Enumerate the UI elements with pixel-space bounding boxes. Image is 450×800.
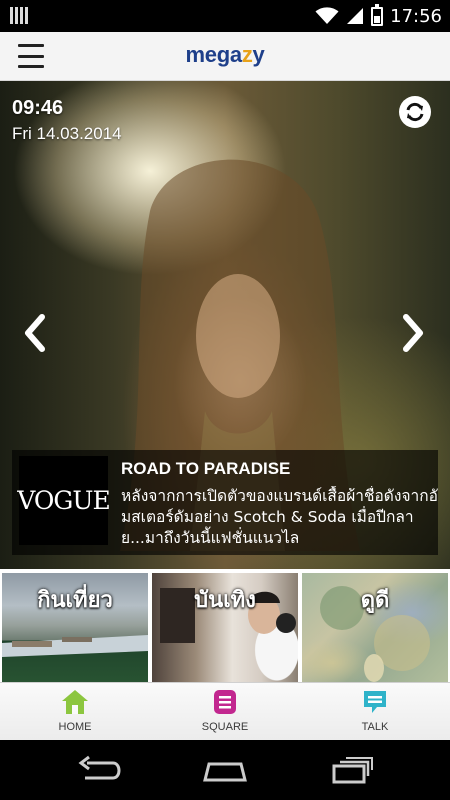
status-indicators: 17:56 — [315, 0, 442, 32]
tile-label: ดูดี — [360, 588, 390, 613]
talk-bubble-icon — [364, 691, 386, 713]
hero-date: Fri 14.03.2014 — [12, 124, 122, 143]
signal-icon — [347, 8, 364, 24]
status-time: 17:56 — [390, 5, 442, 27]
refresh-icon[interactable] — [399, 96, 431, 128]
wifi-icon — [315, 7, 339, 24]
article-thumbnail: VOGUE — [17, 456, 111, 545]
tile-label: บันเทิง — [194, 588, 256, 613]
category-tile-travel[interactable]: กินเที่ยว — [2, 573, 148, 682]
tab-home[interactable]: HOME — [0, 683, 150, 741]
tab-label: TALK — [361, 721, 389, 733]
featured-article-card[interactable]: VOGUE ROAD TO PARADISE หลังจากการเปิดตัว… — [12, 450, 438, 555]
bottom-tab-bar: HOME SQUARE TALK — [0, 682, 450, 740]
battery-icon — [371, 3, 384, 26]
hero-slider[interactable]: 09:46 Fri 14.03.2014 VOGUE ROAD TO PARAD… — [0, 81, 450, 569]
app-screen: 17:56 megazy 09:46 Fri 14.03.2014 VOGUE … — [0, 0, 450, 800]
category-tiles: กินเที่ยว บันเทิง ดูดี — [0, 569, 450, 682]
chevron-left-icon[interactable] — [20, 313, 50, 353]
tab-label: SQUARE — [201, 721, 249, 733]
home-outline-icon[interactable] — [199, 754, 251, 786]
category-tile-lifestyle[interactable]: ดูดี — [302, 573, 448, 682]
status-bar: 17:56 — [0, 0, 450, 32]
notification-icon — [10, 7, 28, 24]
tab-label: HOME — [58, 721, 92, 733]
chevron-right-icon[interactable] — [398, 313, 428, 353]
article-excerpt: หลังจากการเปิดตัวของแบรนด์เสื้อผ้าชื่อดั… — [121, 487, 438, 547]
tab-talk[interactable]: TALK — [300, 683, 450, 741]
logo-text-suffix: y — [252, 42, 265, 67]
system-nav-bar — [0, 740, 450, 800]
app-header: megazy — [0, 32, 450, 81]
category-tile-entertainment[interactable]: บันเทิง — [152, 573, 298, 682]
tab-square[interactable]: SQUARE — [150, 683, 300, 741]
hero-time: 09:46 — [12, 97, 64, 119]
home-icon — [62, 690, 88, 714]
tile-label: กินเที่ยว — [37, 588, 113, 613]
square-icon — [214, 690, 236, 714]
recents-icon[interactable] — [326, 754, 378, 786]
logo-text-prefix: mega — [185, 42, 243, 67]
article-title: ROAD TO PARADISE — [121, 459, 291, 478]
app-logo: megazy — [0, 42, 450, 68]
back-icon[interactable] — [73, 754, 125, 786]
logo-text-mark: z — [241, 42, 253, 67]
